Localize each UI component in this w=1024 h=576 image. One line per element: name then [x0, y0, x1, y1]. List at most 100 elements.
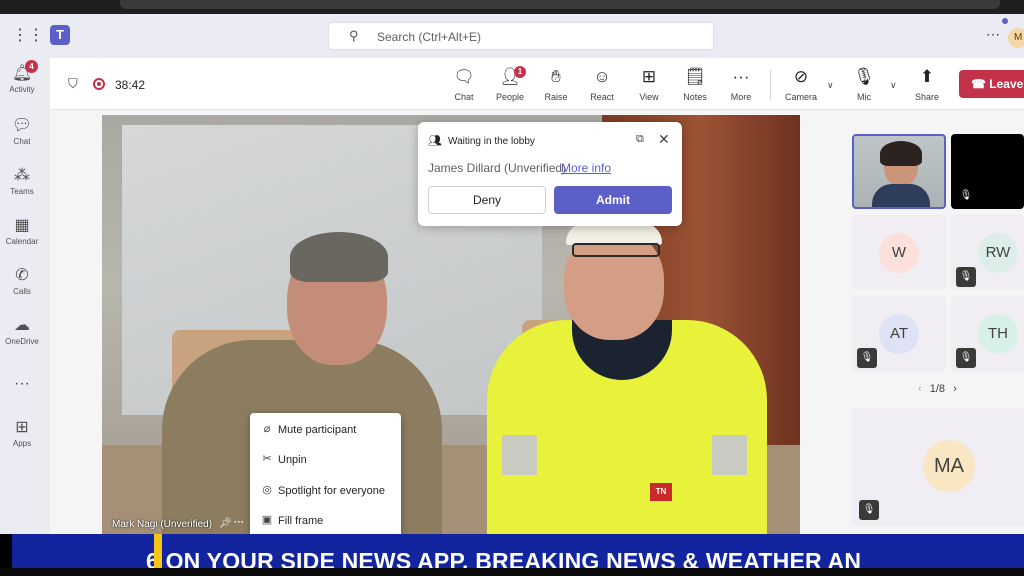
- gallery-tile-camera-off[interactable]: 🎙︎: [951, 134, 1024, 209]
- app-rail: 🔔︎ 4 Activity 💬︎ Chat ⁂ Teams ▦ Calendar…: [0, 58, 44, 576]
- menu-item-spotlight[interactable]: ◎ Spotlight for everyone: [250, 477, 401, 505]
- view-label: View: [639, 92, 659, 102]
- rail-item-calls[interactable]: ✆ Calls: [0, 266, 44, 296]
- close-icon[interactable]: ✕: [658, 131, 670, 148]
- menu-item-fill-frame[interactable]: ▣ Fill frame: [250, 507, 401, 535]
- raise-label: Raise: [544, 92, 568, 102]
- shirt-logo: TN: [650, 483, 672, 501]
- people-group-icon: 👥︎: [428, 135, 442, 147]
- teams-title-bar: ⋮⋮⋮ T ⚲ Search (Ctrl+Alt+E) ⋯ M: [0, 14, 1024, 58]
- search-input[interactable]: Search (Ctrl+Alt+E): [377, 30, 481, 44]
- rail-label: Activity: [9, 85, 35, 94]
- browser-tab[interactable]: [120, 0, 1000, 9]
- browser-top-strip: [0, 0, 1024, 14]
- page-indicator: 1/8: [929, 383, 946, 395]
- mic-label: Mic: [857, 92, 871, 102]
- people-label: People: [495, 92, 525, 102]
- leave-label: Leave: [989, 77, 1024, 91]
- menu-item-label: Unpin: [278, 454, 307, 466]
- news-ticker: 6 ON YOUR SIDE NEWS APP. BREAKING NEWS &…: [0, 534, 1024, 576]
- pin-icon: 📌︎: [219, 518, 232, 529]
- participant-shirt: [872, 184, 930, 207]
- more-button[interactable]: ··· More: [717, 66, 765, 102]
- more-info-link[interactable]: More info: [561, 161, 611, 175]
- toolbar-divider: [770, 70, 771, 100]
- rail-item-apps[interactable]: ⊞ Apps: [0, 418, 44, 448]
- chat-icon: 🗨︎: [453, 67, 475, 86]
- menu-item-unpin[interactable]: ✂︎ Unpin: [250, 446, 401, 474]
- participant-name-tag: Mark Nagi (Unverified): [112, 519, 213, 530]
- mic-off-icon: 🎙︎: [853, 67, 875, 86]
- avatar: AT: [879, 314, 919, 354]
- notes-button[interactable]: 🗒︎ Notes: [671, 66, 719, 102]
- menu-item-mute-participant[interactable]: ⌀ Mute participant: [250, 416, 401, 444]
- app-launcher-icon[interactable]: ⋮⋮⋮: [12, 26, 60, 46]
- rail-label: OneDrive: [5, 337, 39, 346]
- mic-off-icon: 🎙︎: [859, 500, 879, 520]
- react-button[interactable]: ☺ React: [578, 66, 626, 102]
- camera-button[interactable]: ⊘ Camera: [777, 66, 825, 102]
- chevron-right-icon[interactable]: ›: [953, 383, 957, 395]
- menu-item-label: Mute participant: [278, 424, 357, 436]
- mic-options-chevron-icon[interactable]: ∨: [890, 80, 897, 91]
- camera-options-chevron-icon[interactable]: ∨: [827, 80, 834, 91]
- popout-icon[interactable]: ⧉: [636, 133, 644, 146]
- chat-label: Chat: [454, 92, 474, 102]
- mic-button[interactable]: 🎙︎ Mic: [840, 66, 888, 102]
- share-button[interactable]: ⬆ Share: [903, 66, 951, 102]
- gallery-tile-th[interactable]: TH 🎙︎: [951, 296, 1024, 371]
- notes-icon: 🗒︎: [684, 67, 706, 86]
- shield-icon[interactable]: ⛉: [68, 76, 78, 92]
- rail-item-onedrive[interactable]: ☁︎ OneDrive: [0, 316, 44, 346]
- search-box[interactable]: ⚲ Search (Ctrl+Alt+E): [328, 22, 714, 50]
- person-right-cap: [566, 223, 662, 245]
- deny-button[interactable]: Deny: [428, 186, 546, 214]
- camera-off-icon: ⊘: [793, 67, 809, 86]
- settings-more-icon[interactable]: ⋯: [986, 26, 1000, 43]
- gallery-tile-ma[interactable]: MA 🎙︎: [852, 408, 1024, 526]
- smile-icon: ☺: [593, 67, 611, 86]
- vest-reflective-stripe: [712, 435, 747, 475]
- apps-icon: ⊞: [15, 419, 29, 436]
- calendar-icon: ▦: [14, 217, 30, 234]
- avatar: TH: [978, 314, 1018, 354]
- mic-off-icon: 🎙︎: [956, 267, 976, 287]
- vest-reflective-stripe: [502, 435, 537, 475]
- rail-label: Chat: [13, 137, 31, 146]
- more-icon: ···: [732, 67, 750, 86]
- admit-button[interactable]: Admit: [554, 186, 672, 214]
- grid-view-icon: ⊞: [641, 67, 657, 86]
- gallery-tile-at[interactable]: AT 🎙︎: [852, 296, 946, 371]
- rail-label: Teams: [10, 187, 34, 196]
- gallery-tile-rw[interactable]: RW 🎙︎: [951, 215, 1024, 290]
- mic-off-icon: 🎙︎: [857, 348, 877, 368]
- chat-button[interactable]: 🗨︎ Chat: [440, 66, 488, 102]
- gallery-pager: ‹ 1/8 ›: [918, 383, 957, 395]
- chevron-left-icon[interactable]: ‹: [918, 383, 922, 395]
- rail-item-activity[interactable]: 🔔︎ 4 Activity: [0, 60, 44, 94]
- raise-hand-button[interactable]: ✋︎ Raise: [532, 66, 580, 102]
- participant-more-icon[interactable]: ···: [234, 517, 244, 528]
- people-button[interactable]: 👤︎ 1 People: [486, 66, 534, 102]
- menu-item-label: Spotlight for everyone: [278, 485, 386, 497]
- rail-item-teams[interactable]: ⁂ Teams: [0, 166, 44, 196]
- rail-item-more[interactable]: ···: [0, 374, 44, 394]
- more-icon: ···: [14, 375, 30, 392]
- gallery-tile-video-self[interactable]: [852, 134, 946, 209]
- teams-logo-icon: T: [50, 25, 70, 45]
- more-label: More: [730, 92, 752, 102]
- rail-item-calendar[interactable]: ▦ Calendar: [0, 216, 44, 246]
- notes-label: Notes: [683, 92, 707, 102]
- avatar: RW: [978, 233, 1018, 273]
- teams-icon: ⁂: [14, 167, 30, 184]
- view-button[interactable]: ⊞ View: [625, 66, 673, 102]
- share-tray-icon: ⬆: [919, 67, 935, 86]
- leave-button[interactable]: ☎︎ Leave: [959, 70, 1024, 98]
- camera-label: Camera: [784, 92, 817, 102]
- mic-off-icon: 🎙︎: [956, 348, 976, 368]
- user-avatar[interactable]: M: [1008, 28, 1024, 48]
- rail-item-chat[interactable]: 💬︎ Chat: [0, 116, 44, 146]
- gallery-tile-w[interactable]: W: [852, 215, 946, 290]
- mic-off-icon: ⌀: [263, 423, 271, 435]
- fill-frame-icon: ▣: [261, 514, 273, 526]
